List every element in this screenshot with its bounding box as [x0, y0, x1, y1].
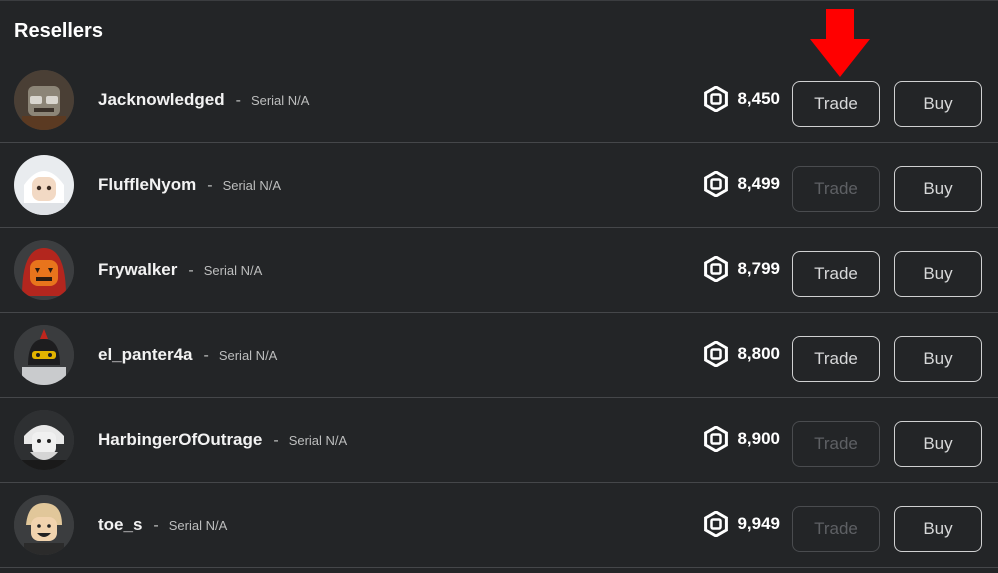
- separator-dash: -: [153, 517, 159, 534]
- robux-icon: [704, 511, 729, 537]
- reseller-row: el_panter4a - Serial N/A 8,800 Trade Buy: [0, 313, 998, 398]
- serial-label: Serial N/A: [203, 263, 263, 278]
- username-link[interactable]: toe_s: [98, 515, 142, 535]
- avatar-icon[interactable]: [14, 70, 74, 130]
- robux-icon: [704, 171, 729, 197]
- robux-icon: [704, 86, 729, 112]
- separator-dash: -: [273, 432, 279, 449]
- price: 8,450: [703, 86, 780, 112]
- resellers-list: Jacknowledged - Serial N/A 8,450 Trade B…: [0, 58, 998, 568]
- reseller-row: HarbingerOfOutrage - Serial N/A 8,900 Tr…: [0, 398, 998, 483]
- separator-dash: -: [235, 92, 241, 109]
- reseller-row: toe_s - Serial N/A 9,949 Trade Buy: [0, 483, 998, 568]
- username-link[interactable]: el_panter4a: [98, 345, 193, 365]
- serial-label: Serial N/A: [168, 518, 228, 533]
- avatar-icon[interactable]: [14, 240, 74, 300]
- reseller-name-line: el_panter4a - Serial N/A: [98, 345, 277, 365]
- price-value: 8,800: [737, 344, 780, 363]
- price: 8,900: [703, 426, 780, 452]
- username-link[interactable]: HarbingerOfOutrage: [98, 430, 262, 450]
- price-value: 8,900: [737, 429, 780, 448]
- separator-dash: -: [188, 262, 194, 279]
- trade-button[interactable]: Trade: [792, 421, 880, 467]
- username-link[interactable]: Frywalker: [98, 260, 177, 280]
- trade-button[interactable]: Trade: [792, 506, 880, 552]
- price: 8,799: [703, 256, 780, 282]
- buy-button[interactable]: Buy: [894, 421, 982, 467]
- price-value: 9,949: [737, 514, 780, 533]
- reseller-name-line: toe_s - Serial N/A: [98, 515, 227, 535]
- separator-dash: -: [203, 347, 209, 364]
- reseller-row: Frywalker - Serial N/A 8,799 Trade Buy: [0, 228, 998, 313]
- avatar-icon[interactable]: [14, 325, 74, 385]
- price: 9,949: [703, 511, 780, 537]
- trade-button[interactable]: Trade: [792, 336, 880, 382]
- avatar-icon[interactable]: [14, 155, 74, 215]
- robux-icon: [704, 256, 729, 282]
- serial-label: Serial N/A: [288, 433, 348, 448]
- reseller-row: Jacknowledged - Serial N/A 8,450 Trade B…: [0, 58, 998, 143]
- reseller-name-line: Jacknowledged - Serial N/A: [98, 90, 309, 110]
- trade-button[interactable]: Trade: [792, 81, 880, 127]
- price: 8,800: [703, 341, 780, 367]
- reseller-name-line: Frywalker - Serial N/A: [98, 260, 262, 280]
- username-link[interactable]: Jacknowledged: [98, 90, 225, 110]
- robux-icon: [704, 341, 729, 367]
- buy-button[interactable]: Buy: [894, 251, 982, 297]
- reseller-row: FluffleNyom - Serial N/A 8,499 Trade Buy: [0, 143, 998, 228]
- serial-label: Serial N/A: [218, 348, 278, 363]
- reseller-name-line: FluffleNyom - Serial N/A: [98, 175, 281, 195]
- avatar-icon[interactable]: [14, 410, 74, 470]
- username-link[interactable]: FluffleNyom: [98, 175, 196, 195]
- section-title: Resellers: [14, 20, 103, 42]
- buy-button[interactable]: Buy: [894, 166, 982, 212]
- top-divider: [0, 0, 998, 1]
- trade-button[interactable]: Trade: [792, 251, 880, 297]
- price-value: 8,450: [737, 89, 780, 108]
- serial-label: Serial N/A: [250, 93, 310, 108]
- trade-button[interactable]: Trade: [792, 166, 880, 212]
- reseller-name-line: HarbingerOfOutrage - Serial N/A: [98, 430, 347, 450]
- price: 8,499: [703, 171, 780, 197]
- price-value: 8,799: [737, 259, 780, 278]
- robux-icon: [704, 426, 729, 452]
- buy-button[interactable]: Buy: [894, 81, 982, 127]
- avatar-icon[interactable]: [14, 495, 74, 555]
- separator-dash: -: [207, 177, 213, 194]
- price-value: 8,499: [737, 174, 780, 193]
- serial-label: Serial N/A: [222, 178, 282, 193]
- buy-button[interactable]: Buy: [894, 506, 982, 552]
- buy-button[interactable]: Buy: [894, 336, 982, 382]
